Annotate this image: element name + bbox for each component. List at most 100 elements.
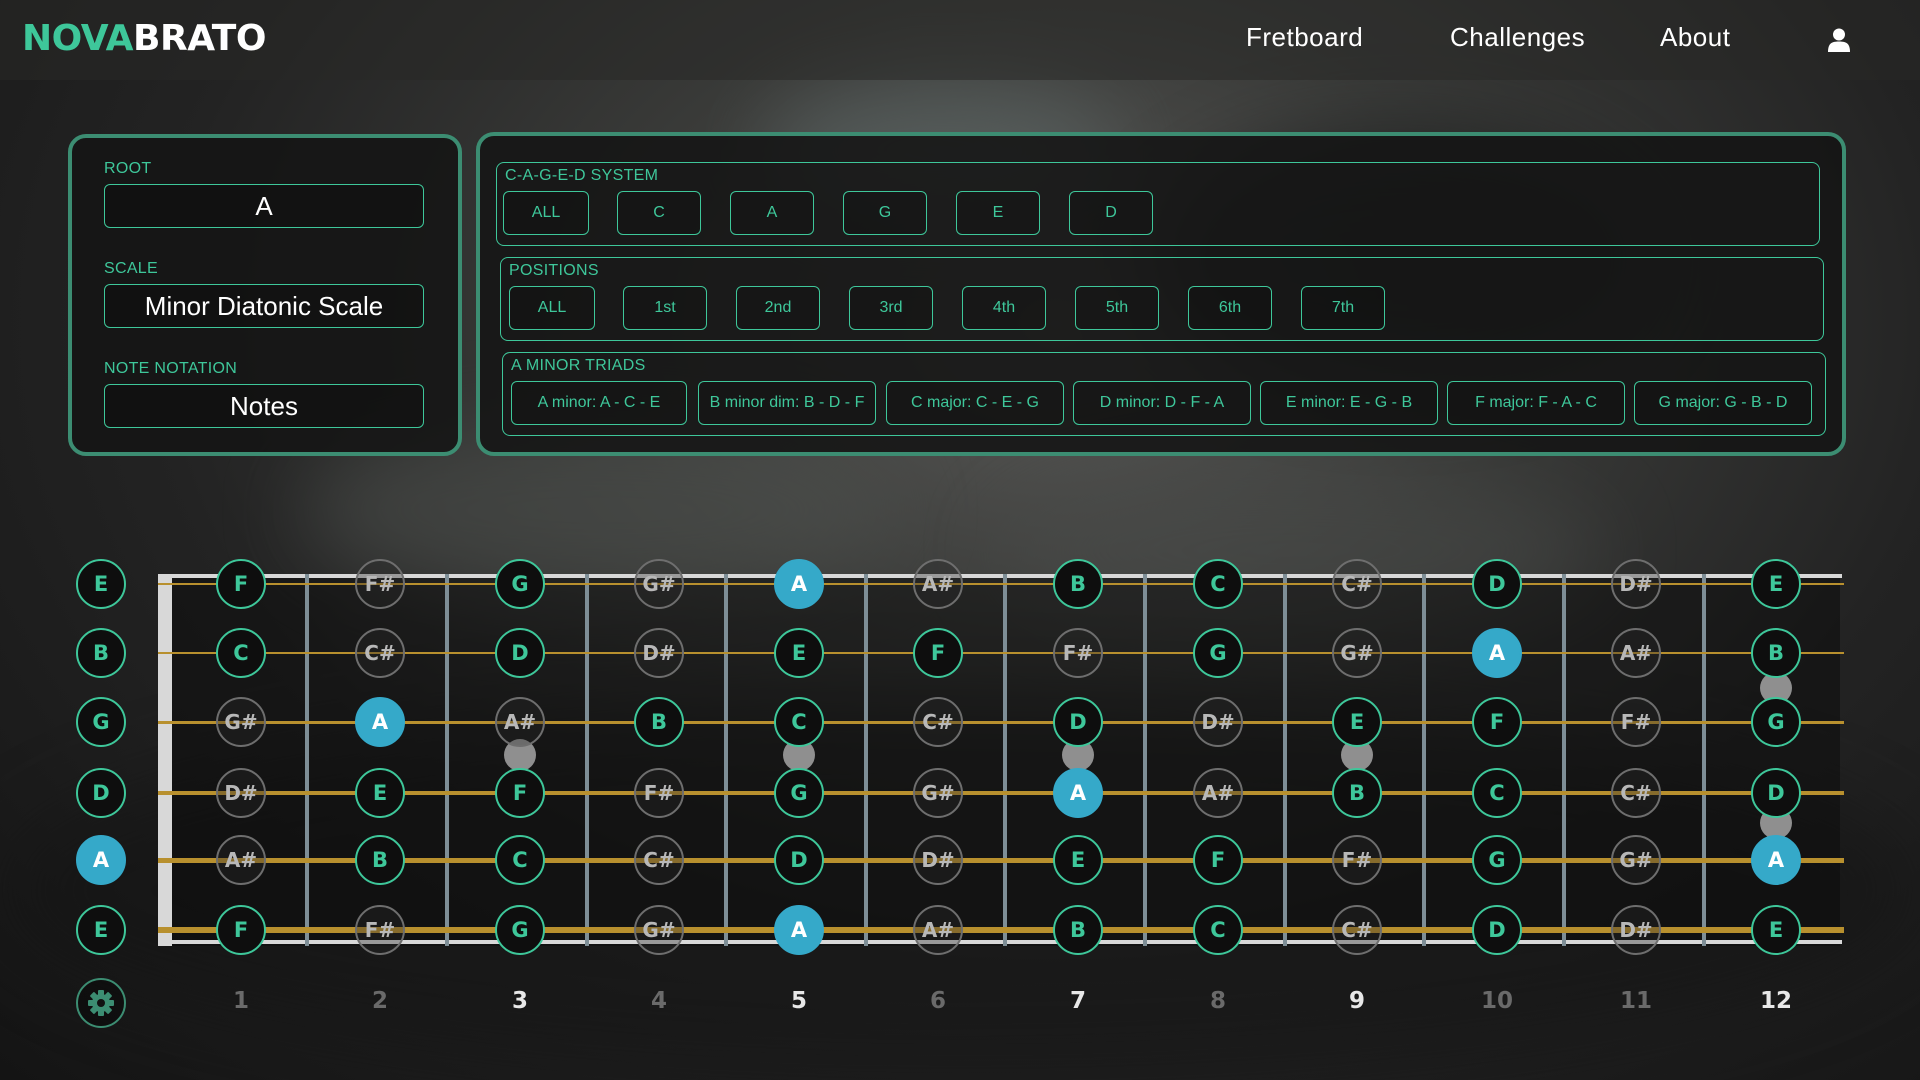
position-button-7th[interactable]: 7th <box>1301 286 1385 330</box>
fret-note[interactable]: B <box>1053 559 1103 609</box>
caged-button-a[interactable]: A <box>730 191 814 235</box>
triad-button-f-major[interactable]: F major: F - A - C <box>1447 381 1625 425</box>
fret-note[interactable]: G# <box>634 559 684 609</box>
fret-note[interactable]: C# <box>634 835 684 885</box>
scale-select[interactable]: Minor Diatonic Scale <box>104 284 424 328</box>
fret-note[interactable]: E <box>76 559 126 609</box>
triad-button-d-minor[interactable]: D minor: D - F - A <box>1073 381 1251 425</box>
user-icon[interactable] <box>1828 28 1850 52</box>
fret-note[interactable]: A# <box>216 835 266 885</box>
fret-note[interactable]: D <box>1053 697 1103 747</box>
fret-note[interactable]: F <box>1193 835 1243 885</box>
root-select[interactable]: A <box>104 184 424 228</box>
fret-note[interactable]: G# <box>1611 835 1661 885</box>
fret-note[interactable]: B <box>634 697 684 747</box>
fret-note[interactable]: D# <box>1611 905 1661 955</box>
caged-button-g[interactable]: G <box>843 191 927 235</box>
fret-note[interactable]: A <box>774 905 824 955</box>
nav-link-fretboard[interactable]: Fretboard <box>1246 22 1363 53</box>
fret-note[interactable]: F# <box>355 905 405 955</box>
fret-note[interactable]: A# <box>1193 768 1243 818</box>
fret-note[interactable]: C <box>774 697 824 747</box>
triad-button-b-minor-dim[interactable]: B minor dim: B - D - F <box>698 381 876 425</box>
fret-note[interactable]: D <box>1472 905 1522 955</box>
fret-note[interactable]: G# <box>913 768 963 818</box>
fret-note[interactable]: F# <box>1053 628 1103 678</box>
fret-note[interactable]: A# <box>913 905 963 955</box>
triad-button-a-minor[interactable]: A minor: A - C - E <box>511 381 687 425</box>
fret-note[interactable]: E <box>1751 559 1801 609</box>
fret-note[interactable]: F# <box>1332 835 1382 885</box>
caged-button-e[interactable]: E <box>956 191 1040 235</box>
fret-note[interactable]: G# <box>634 905 684 955</box>
fret-note[interactable]: B <box>1332 768 1382 818</box>
fret-note[interactable]: A# <box>1611 628 1661 678</box>
fret-note[interactable]: C <box>1472 768 1522 818</box>
fret-note[interactable]: G <box>1472 835 1522 885</box>
fret-note[interactable]: B <box>1053 905 1103 955</box>
fret-note[interactable]: G <box>1751 697 1801 747</box>
position-button-3rd[interactable]: 3rd <box>849 286 933 330</box>
fret-note[interactable]: A <box>76 835 126 885</box>
fret-note[interactable]: A <box>355 697 405 747</box>
fret-note[interactable]: E <box>1751 905 1801 955</box>
caged-button-c[interactable]: C <box>617 191 701 235</box>
logo[interactable]: NOVABRATO <box>22 18 266 59</box>
fret-note[interactable]: F <box>495 768 545 818</box>
fret-note[interactable]: E <box>76 905 126 955</box>
position-button-2nd[interactable]: 2nd <box>736 286 820 330</box>
fret-note[interactable]: D# <box>1611 559 1661 609</box>
fret-note[interactable]: F <box>1472 697 1522 747</box>
triad-button-g-major[interactable]: G major: G - B - D <box>1634 381 1812 425</box>
fret-note[interactable]: D# <box>216 768 266 818</box>
position-button-5th[interactable]: 5th <box>1075 286 1159 330</box>
fret-note[interactable]: F# <box>634 768 684 818</box>
fret-note[interactable]: E <box>1053 835 1103 885</box>
position-button-6th[interactable]: 6th <box>1188 286 1272 330</box>
fret-note[interactable]: F# <box>1611 697 1661 747</box>
fret-note[interactable]: C <box>216 628 266 678</box>
fret-note[interactable]: A# <box>913 559 963 609</box>
fret-note[interactable]: D <box>495 628 545 678</box>
fret-note[interactable]: B <box>76 628 126 678</box>
fret-note[interactable]: E <box>774 628 824 678</box>
fret-note[interactable]: A <box>774 559 824 609</box>
position-button-4th[interactable]: 4th <box>962 286 1046 330</box>
fret-note[interactable]: G <box>1193 628 1243 678</box>
gear-icon[interactable] <box>76 978 126 1028</box>
fret-note[interactable]: B <box>1751 628 1801 678</box>
fret-note[interactable]: C <box>495 835 545 885</box>
fret-note[interactable]: G <box>495 559 545 609</box>
fret-note[interactable]: G# <box>216 697 266 747</box>
nav-link-about[interactable]: About <box>1660 22 1730 53</box>
fret-note[interactable]: C# <box>1332 905 1382 955</box>
fret-note[interactable]: D <box>76 768 126 818</box>
fret-note[interactable]: D# <box>1193 697 1243 747</box>
nav-link-challenges[interactable]: Challenges <box>1450 22 1585 53</box>
fret-note[interactable]: F <box>216 559 266 609</box>
position-button-all[interactable]: ALL <box>509 286 595 330</box>
fret-note[interactable]: C# <box>1611 768 1661 818</box>
fret-note[interactable]: D <box>1472 559 1522 609</box>
fret-note[interactable]: C# <box>355 628 405 678</box>
fret-note[interactable]: C <box>1193 905 1243 955</box>
fret-note[interactable]: E <box>355 768 405 818</box>
fret-note[interactable]: B <box>355 835 405 885</box>
fret-note[interactable]: F <box>216 905 266 955</box>
triad-button-e-minor[interactable]: E minor: E - G - B <box>1260 381 1438 425</box>
triad-button-c-major[interactable]: C major: C - E - G <box>886 381 1064 425</box>
fret-note[interactable]: C# <box>1332 559 1382 609</box>
fret-note[interactable]: A <box>1472 628 1522 678</box>
fret-note[interactable]: A <box>1053 768 1103 818</box>
fret-note[interactable]: F# <box>355 559 405 609</box>
fret-note[interactable]: G# <box>1332 628 1382 678</box>
fret-note[interactable]: D <box>774 835 824 885</box>
note-notation-select[interactable]: Notes <box>104 384 424 428</box>
position-button-1st[interactable]: 1st <box>623 286 707 330</box>
fret-note[interactable]: E <box>1332 697 1382 747</box>
fret-note[interactable]: F <box>913 628 963 678</box>
fret-note[interactable]: G <box>774 768 824 818</box>
fret-note[interactable]: D# <box>634 628 684 678</box>
fret-note[interactable]: A# <box>495 697 545 747</box>
fret-note[interactable]: D <box>1751 768 1801 818</box>
